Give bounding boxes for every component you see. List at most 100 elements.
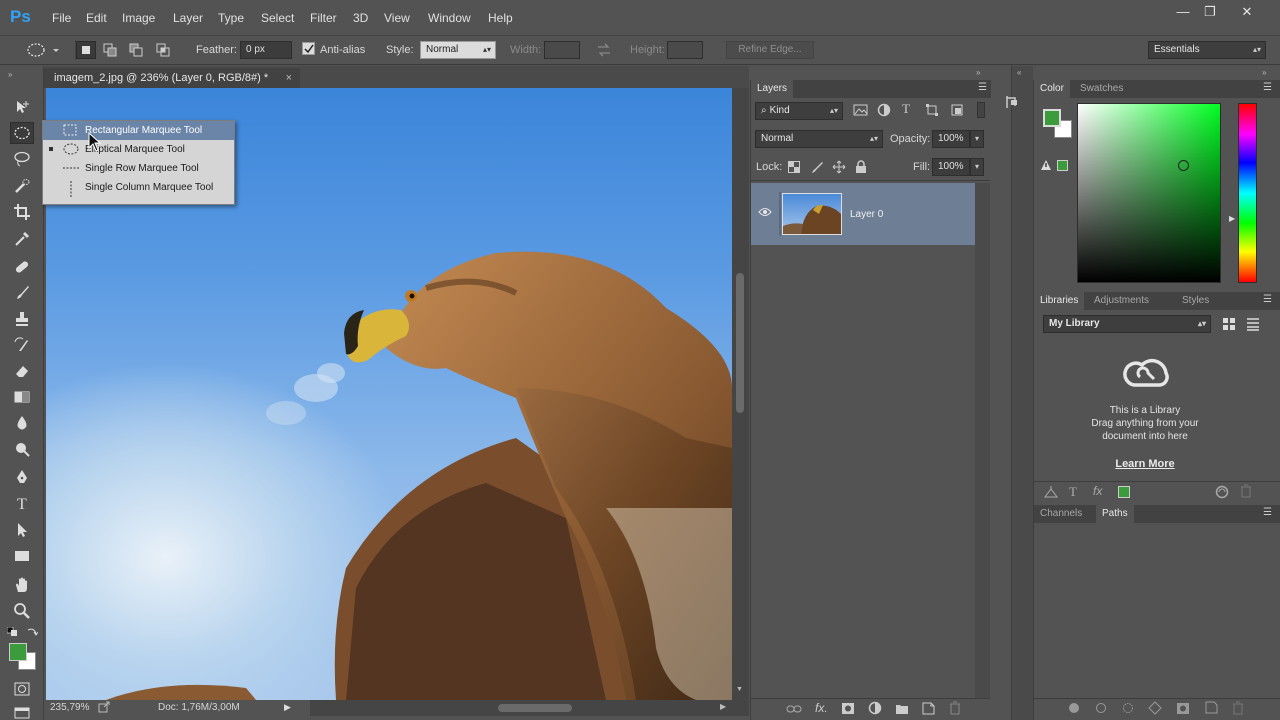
stroke-path-icon[interactable]	[1095, 702, 1107, 714]
horizontal-scroll-thumb[interactable]	[498, 704, 572, 712]
new-adjustment-icon[interactable]	[868, 701, 882, 715]
width-input[interactable]	[544, 41, 580, 59]
fill-path-icon[interactable]	[1068, 702, 1080, 714]
tab-paths[interactable]: Paths	[1096, 505, 1134, 523]
delete-library-item-icon[interactable]	[1240, 484, 1252, 498]
gradient-tool[interactable]	[10, 386, 34, 408]
type-tool[interactable]: T	[10, 492, 34, 514]
horizontal-scrollbar[interactable]: ▶	[310, 700, 749, 716]
panel-menu-icon[interactable]: ☰	[978, 82, 987, 93]
path-to-selection-icon[interactable]	[1122, 702, 1134, 714]
lock-pixels-button[interactable]	[810, 160, 824, 174]
gamut-warning-icon[interactable]	[1040, 159, 1052, 171]
tab-adjustments[interactable]: Adjustments	[1088, 292, 1155, 310]
vertical-scroll-thumb[interactable]	[736, 273, 744, 413]
new-selection-button[interactable]	[76, 41, 96, 59]
healing-brush-tool[interactable]	[10, 256, 34, 278]
filter-smart-object-button[interactable]	[950, 103, 964, 117]
menu-type[interactable]: Type	[218, 11, 244, 25]
eraser-tool[interactable]	[10, 360, 34, 382]
menu-select[interactable]: Select	[261, 11, 294, 25]
grid-view-icon[interactable]	[1222, 317, 1236, 331]
history-panel-icon[interactable]	[1004, 94, 1020, 110]
menu-filter[interactable]: Filter	[310, 11, 337, 25]
vertical-scrollbar[interactable]: ▼	[732, 88, 749, 700]
tab-libraries[interactable]: Libraries	[1034, 292, 1085, 310]
lock-transparent-button[interactable]	[788, 161, 801, 174]
list-view-icon[interactable]	[1246, 317, 1260, 331]
learn-more-link[interactable]: Learn More	[1034, 458, 1256, 470]
swap-colors-icon[interactable]	[26, 626, 38, 638]
menu-layer[interactable]: Layer	[173, 11, 203, 25]
expand-panels-icon[interactable]: «	[1017, 68, 1021, 77]
document-tab[interactable]: imagem_2.jpg @ 236% (Layer 0, RGB/8#) * …	[44, 68, 300, 88]
fill-input[interactable]: 100%	[932, 158, 970, 176]
lock-position-button[interactable]	[832, 160, 846, 174]
panel-menu-icon[interactable]: ☰	[1263, 507, 1272, 518]
hand-tool[interactable]	[10, 574, 34, 596]
intersect-selection-button[interactable]	[155, 42, 171, 58]
subtract-selection-button[interactable]	[128, 42, 144, 58]
tab-swatches[interactable]: Swatches	[1074, 80, 1129, 98]
eye-icon[interactable]	[758, 207, 772, 217]
collapse-arrows-icon[interactable]: »	[8, 70, 12, 79]
status-menu-icon[interactable]: ▶	[284, 702, 291, 713]
library-select[interactable]: My Library ▴▾	[1043, 315, 1211, 333]
hue-slider-handle[interactable]: ▶	[1229, 214, 1235, 223]
feather-input[interactable]: 0 px	[240, 41, 292, 59]
panel-menu-icon[interactable]: ☰	[1263, 82, 1272, 93]
add-selection-button[interactable]	[102, 42, 118, 58]
add-mask-icon[interactable]	[841, 702, 855, 715]
layer-name[interactable]: Layer 0	[850, 209, 883, 220]
delete-path-icon[interactable]	[1232, 701, 1244, 715]
layer-filter-select[interactable]: ⌕ Kind ▴▾	[755, 102, 843, 120]
new-path-icon[interactable]	[1205, 701, 1218, 714]
menu-window[interactable]: Window	[428, 11, 471, 25]
close-document-icon[interactable]: ×	[286, 68, 292, 88]
tool-preset-picker[interactable]	[26, 41, 60, 59]
lasso-tool[interactable]	[10, 148, 34, 170]
add-color-swatch[interactable]	[1118, 486, 1130, 498]
quick-selection-tool[interactable]	[10, 175, 34, 197]
blend-mode-select[interactable]: Normal ▴▾	[755, 130, 883, 148]
dodge-tool[interactable]	[10, 438, 34, 460]
default-colors-icon[interactable]	[7, 627, 19, 637]
pen-tool[interactable]	[10, 466, 34, 488]
add-text-style-icon[interactable]: T	[1069, 484, 1077, 500]
filter-pixel-button[interactable]	[853, 103, 869, 117]
layer-row[interactable]: Layer 0	[751, 183, 975, 245]
color-picker-marker[interactable]	[1178, 160, 1189, 171]
gamut-swatch[interactable]	[1057, 160, 1068, 171]
delete-layer-icon[interactable]	[949, 701, 961, 715]
color-field[interactable]	[1077, 103, 1221, 283]
scroll-right-icon[interactable]: ▶	[720, 702, 726, 711]
scroll-down-icon[interactable]: ▼	[736, 686, 743, 693]
filter-shape-button[interactable]	[925, 103, 939, 117]
history-brush-tool[interactable]	[10, 334, 34, 356]
path-selection-tool[interactable]	[10, 519, 34, 541]
menu-edit[interactable]: Edit	[86, 11, 107, 25]
swap-dimensions-button[interactable]	[596, 43, 612, 57]
new-group-icon[interactable]	[895, 703, 909, 715]
clone-stamp-tool[interactable]	[10, 308, 34, 330]
layers-scrollbar[interactable]	[975, 183, 990, 698]
height-input[interactable]	[667, 41, 703, 59]
type-filter-icon[interactable]: T	[902, 101, 910, 117]
tab-styles[interactable]: Styles	[1176, 292, 1215, 310]
menu-3d[interactable]: 3D	[353, 11, 368, 25]
foreground-color-swatch[interactable]	[9, 643, 27, 661]
menu-file[interactable]: File	[52, 11, 71, 25]
marquee-tool[interactable]	[10, 122, 34, 144]
tab-layers[interactable]: Layers	[751, 80, 794, 98]
export-icon[interactable]	[98, 701, 110, 713]
blur-tool[interactable]	[10, 412, 34, 434]
sync-icon[interactable]	[1213, 485, 1231, 499]
menu-view[interactable]: View	[384, 11, 410, 25]
style-select[interactable]: Normal ▴▾	[420, 41, 496, 59]
screen-mode-button[interactable]	[10, 702, 34, 720]
restore-button[interactable]: ❐	[1196, 3, 1224, 21]
rectangle-tool[interactable]	[10, 545, 34, 567]
single-column-marquee-item[interactable]: Single Column Marquee Tool	[43, 178, 234, 197]
lock-all-button[interactable]	[855, 160, 867, 174]
add-layer-style-icon[interactable]: fx	[1093, 484, 1102, 498]
